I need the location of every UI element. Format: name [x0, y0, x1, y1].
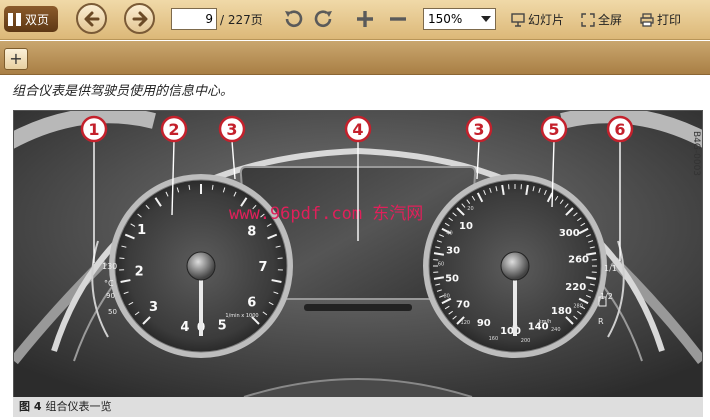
callout-number: 3 — [226, 120, 237, 139]
temp-label-mid: 90 — [106, 292, 115, 300]
speed-label: 300 — [559, 228, 580, 239]
callout-number: 3 — [473, 120, 484, 139]
slideshow-label: 幻灯片 — [528, 13, 565, 27]
speed-minor-label: 120 — [461, 320, 471, 326]
speed-label: 30 — [446, 246, 460, 257]
back-button[interactable] — [76, 3, 107, 34]
print-button[interactable]: 打印 — [640, 11, 681, 28]
temp-label-symbol: °C — [104, 279, 114, 288]
speed-unit: km/h — [539, 319, 552, 325]
forward-button[interactable] — [124, 3, 155, 34]
speed-label: 260 — [568, 254, 589, 265]
intro-text: 组合仪表是供驾驶员使用的信息中心。 — [12, 84, 234, 99]
fullscreen-label: 全屏 — [598, 13, 623, 27]
zoom-select[interactable]: 150% — [423, 8, 496, 30]
callout-number: 1 — [88, 120, 99, 139]
page-total: / 227页 — [220, 13, 263, 27]
callout-2: 2 — [160, 115, 188, 143]
zoom-value: 150% — [428, 12, 463, 26]
arrow-right-icon — [132, 11, 147, 26]
fuel-label-reserve: R — [598, 317, 604, 326]
tab-strip: + — [0, 41, 710, 75]
double-page-label: 双页 — [25, 12, 50, 27]
toolbar: 双页 9 / 227页 150% 幻灯片 全屏 打印 — [0, 0, 710, 40]
instrument-cluster-figure: 1234567801/min x 1000 103050709010014018… — [13, 110, 703, 398]
temp-label-top: 130 — [102, 262, 117, 271]
cluster-illustration: 1234567801/min x 1000 103050709010014018… — [14, 111, 702, 397]
zoom-out-icon[interactable] — [387, 8, 409, 30]
tach-label: 2 — [135, 264, 144, 279]
callout-3: 3 — [465, 115, 493, 143]
tach-unit: 1/min x 1000 — [225, 313, 258, 319]
callout-number: 2 — [168, 120, 179, 139]
tach-label: 6 — [247, 296, 256, 311]
page-number-input[interactable]: 9 — [171, 8, 217, 30]
printer-icon — [640, 12, 654, 27]
callout-4: 4 — [344, 115, 372, 143]
book-icon — [8, 12, 21, 26]
speed-label: 90 — [477, 318, 491, 329]
speedometer: 1030507090100140180220260300020406080120… — [423, 174, 607, 358]
fuel-label-full: 1/1 — [604, 264, 617, 273]
rotate-left-icon[interactable] — [282, 8, 304, 30]
speed-minor-label: 200 — [521, 338, 531, 344]
watermark-text: www.96pdf.com 东汽网 — [229, 204, 423, 224]
speed-minor-label: 40 — [446, 230, 452, 236]
tach-label: 8 — [247, 224, 256, 239]
fullscreen-button[interactable]: 全屏 — [581, 11, 622, 28]
rotate-right-icon[interactable] — [313, 8, 335, 30]
speed-minor-label: 20 — [467, 206, 473, 212]
speed-label: 180 — [551, 306, 572, 317]
tach-label: 1 — [137, 223, 146, 238]
tach-label: 4 — [180, 320, 189, 335]
zoom-in-icon[interactable] — [354, 8, 376, 30]
fullscreen-icon — [581, 12, 595, 27]
tach-label: 5 — [218, 318, 227, 333]
callout-number: 5 — [548, 120, 559, 139]
tachometer: 1234567801/min x 1000 — [109, 174, 293, 358]
callout-5: 5 — [540, 115, 568, 143]
slideshow-button[interactable]: 幻灯片 — [511, 11, 564, 28]
callout-number: 4 — [352, 120, 363, 139]
chevron-down-icon — [481, 16, 491, 22]
speed-label: 10 — [459, 221, 473, 232]
speed-minor-label: 160 — [489, 336, 499, 342]
callout-1: 1 — [80, 115, 108, 143]
slideshow-icon — [511, 12, 525, 27]
figure-code: B4G-0003 — [691, 131, 701, 176]
callout-3: 3 — [218, 115, 246, 143]
tach-label: 3 — [149, 300, 158, 315]
speed-minor-label: 280 — [573, 304, 583, 310]
callout-6: 6 — [606, 115, 634, 143]
caption-number: 图 4 — [19, 400, 42, 413]
tach-label: 7 — [258, 260, 267, 275]
speed-label: 70 — [456, 299, 470, 310]
arrow-left-icon — [84, 11, 99, 26]
speed-label: 220 — [565, 282, 586, 293]
add-tab-button[interactable]: + — [4, 48, 28, 70]
double-page-button[interactable]: 双页 — [4, 6, 58, 32]
caption-text: 组合仪表一览 — [45, 400, 112, 413]
figure-caption: 图 4 组合仪表一览 — [13, 397, 703, 417]
print-label: 打印 — [657, 13, 682, 27]
speed-minor-label: 240 — [551, 327, 561, 333]
speed-minor-label: 60 — [438, 262, 444, 268]
speed-minor-label: 80 — [443, 293, 449, 299]
speed-label: 50 — [445, 274, 459, 285]
callout-number: 6 — [614, 120, 625, 139]
temp-label-low: 50 — [108, 308, 117, 316]
